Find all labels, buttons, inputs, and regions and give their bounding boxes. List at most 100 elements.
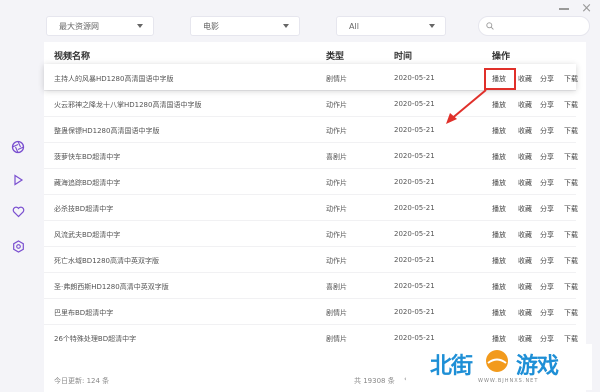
share-button[interactable]: 分享 — [540, 282, 554, 292]
download-button[interactable]: 下载 — [564, 230, 578, 240]
close-button[interactable]: × — [581, 2, 592, 15]
category-select[interactable]: 电影 — [190, 16, 300, 36]
play-button[interactable]: 播放 — [492, 230, 506, 240]
category-select-value: 电影 — [203, 21, 219, 31]
play-button[interactable]: 播放 — [492, 256, 506, 266]
share-button[interactable]: 分享 — [540, 74, 554, 84]
row-name: 巴里布BD超清中字 — [54, 309, 114, 317]
play-button[interactable]: 播放 — [492, 100, 506, 110]
minimize-button[interactable] — [559, 8, 570, 10]
favorite-button[interactable]: 收藏 — [518, 256, 532, 266]
table-row: 整蛊保镖HD1280高清国语中字版 动作片 2020-05-21 播放 收藏 分… — [44, 116, 578, 142]
share-button[interactable]: 分享 — [540, 126, 554, 136]
table-row: 圣·弗朗西斯HD1280高清中英双字版 喜剧片 2020-05-21 播放 收藏… — [44, 272, 578, 298]
download-button[interactable]: 下载 — [564, 100, 578, 110]
row-time: 2020-05-21 — [394, 256, 435, 264]
play-button[interactable]: 播放 — [492, 334, 506, 344]
favorite-button[interactable]: 收藏 — [518, 204, 532, 214]
favorite-button[interactable]: 收藏 — [518, 334, 532, 344]
header-name: 视频名称 — [54, 52, 91, 62]
download-button[interactable]: 下载 — [564, 126, 578, 136]
region-select-value: All — [349, 21, 359, 31]
table-row: 巴里布BD超清中字 剧情片 2020-05-21 播放 收藏 分享 下载 — [44, 298, 578, 324]
row-time: 2020-05-21 — [394, 100, 435, 108]
row-type: 喜剧片 — [326, 283, 347, 291]
favorite-button[interactable]: 收藏 — [518, 282, 532, 292]
aperture-icon[interactable] — [10, 139, 26, 155]
row-time: 2020-05-21 — [394, 282, 435, 290]
favorite-button[interactable]: 收藏 — [518, 308, 532, 318]
row-name: 26个特殊处理BD超清中字 — [54, 335, 137, 343]
table-row: 死亡水域BD1280高清中英双字版 动作片 2020-05-21 播放 收藏 分… — [44, 246, 578, 272]
source-select[interactable]: 最大资源网 — [46, 16, 154, 36]
download-button[interactable]: 下载 — [564, 334, 578, 344]
play-button[interactable]: 播放 — [492, 126, 506, 136]
play-button[interactable]: 播放 — [492, 152, 506, 162]
watermark-logo: 北街 游戏 WWW.BJHNXS.NET — [406, 344, 592, 390]
download-button[interactable]: 下载 — [564, 282, 578, 292]
settings-icon[interactable] — [10, 238, 26, 254]
row-type: 动作片 — [326, 101, 347, 109]
row-type: 剧情片 — [326, 309, 347, 317]
download-button[interactable]: 下载 — [564, 74, 578, 84]
share-button[interactable]: 分享 — [540, 334, 554, 344]
share-button[interactable]: 分享 — [540, 178, 554, 188]
download-button[interactable]: 下载 — [564, 256, 578, 266]
download-button[interactable]: 下载 — [564, 178, 578, 188]
row-time: 2020-05-21 — [394, 74, 435, 82]
chevron-down-icon — [283, 24, 289, 28]
header-time: 时间 — [394, 52, 413, 62]
share-button[interactable]: 分享 — [540, 152, 554, 162]
play-button[interactable]: 播放 — [492, 178, 506, 188]
source-select-value: 最大资源网 — [59, 21, 99, 31]
row-name: 菠萝快车BD超清中字 — [54, 153, 121, 161]
watermark-left-text: 北街 — [430, 354, 473, 379]
table-row: 菠萝快车BD超清中字 喜剧片 2020-05-21 播放 收藏 分享 下载 — [44, 142, 578, 168]
row-time: 2020-05-21 — [394, 230, 435, 238]
row-type: 动作片 — [326, 179, 347, 187]
table-row: 藏海追踪BD超清中字 动作片 2020-05-21 播放 收藏 分享 下载 — [44, 168, 578, 194]
watermark-right-text: 游戏 — [516, 354, 559, 379]
favorite-button[interactable]: 收藏 — [518, 74, 532, 84]
video-table-panel: 视频名称 类型 时间 操作 主持人的风暴HD1280高清国语中字版 剧情片 20… — [44, 42, 586, 392]
row-name: 死亡水域BD1280高清中英双字版 — [54, 257, 160, 265]
row-name: 火云邪神之降龙十八掌HD1280高清国语中字版 — [54, 101, 202, 109]
row-time: 2020-05-21 — [394, 152, 435, 160]
play-icon[interactable] — [10, 172, 26, 188]
download-button[interactable]: 下载 — [564, 204, 578, 214]
row-name: 藏海追踪BD超清中字 — [54, 179, 121, 187]
share-button[interactable]: 分享 — [540, 204, 554, 214]
total-count: 共 19308 条 — [354, 377, 395, 385]
download-button[interactable]: 下载 — [564, 308, 578, 318]
favorite-button[interactable]: 收藏 — [518, 126, 532, 136]
share-button[interactable]: 分享 — [540, 256, 554, 266]
chevron-down-icon — [429, 24, 435, 28]
row-type: 动作片 — [326, 231, 347, 239]
share-button[interactable]: 分享 — [540, 308, 554, 318]
table-row: 必杀技BD超清中字 动作片 2020-05-21 播放 收藏 分享 下载 — [44, 194, 578, 220]
favorite-button[interactable]: 收藏 — [518, 152, 532, 162]
play-button[interactable]: 播放 — [492, 204, 506, 214]
download-button[interactable]: 下载 — [564, 152, 578, 162]
share-button[interactable]: 分享 — [540, 230, 554, 240]
search-input[interactable] — [478, 16, 590, 36]
favorite-button[interactable]: 收藏 — [518, 100, 532, 110]
row-time: 2020-05-21 — [394, 204, 435, 212]
header-actions: 操作 — [492, 52, 511, 62]
row-time: 2020-05-21 — [394, 334, 435, 342]
favorite-button[interactable]: 收藏 — [518, 178, 532, 188]
play-button[interactable]: 播放 — [492, 308, 506, 318]
annotation-arrow-icon — [446, 89, 487, 124]
share-button[interactable]: 分享 — [540, 100, 554, 110]
row-type: 剧情片 — [326, 335, 347, 343]
row-type: 动作片 — [326, 205, 347, 213]
play-button[interactable]: 播放 — [492, 282, 506, 292]
region-select[interactable]: All — [336, 16, 446, 36]
row-name: 主持人的风暴HD1280高清国语中字版 — [54, 75, 174, 83]
table-row: 风流武夫BD超清中字 动作片 2020-05-21 播放 收藏 分享 下载 — [44, 220, 578, 246]
table-row: 火云邪神之降龙十八掌HD1280高清国语中字版 动作片 2020-05-21 播… — [44, 90, 578, 116]
row-name: 圣·弗朗西斯HD1280高清中英双字版 — [54, 283, 169, 291]
heart-icon[interactable] — [10, 204, 26, 220]
row-name: 风流武夫BD超清中字 — [54, 231, 121, 239]
favorite-button[interactable]: 收藏 — [518, 230, 532, 240]
